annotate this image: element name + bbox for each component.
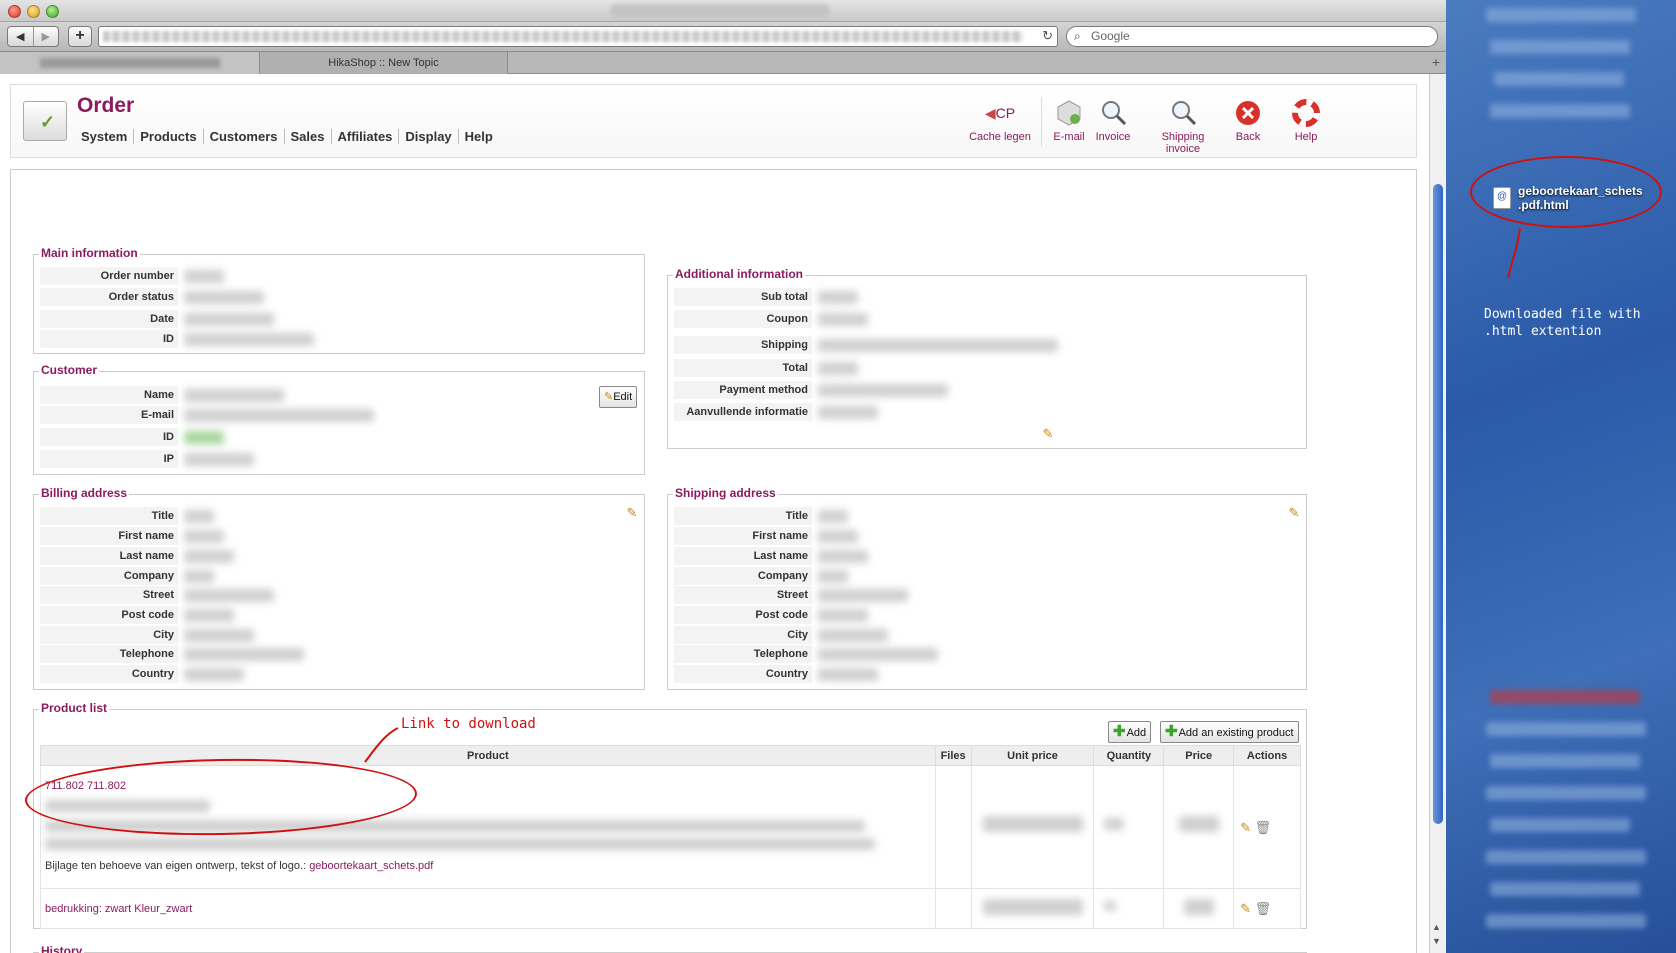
- menu-item-sales[interactable]: Sales: [285, 129, 332, 144]
- order-logo-icon: [23, 101, 67, 141]
- edit-additional-icon[interactable]: ✎: [1040, 426, 1056, 442]
- tab-hikashop[interactable]: HikaShop :: New Topic: [260, 52, 508, 74]
- edit-icon[interactable]: ✎: [1240, 901, 1251, 916]
- invoice-button[interactable]: Invoice: [1095, 99, 1131, 143]
- nav-buttons: ◀ ▶: [7, 26, 59, 47]
- trash-icon[interactable]: 🗑: [1255, 901, 1272, 916]
- shipping-address-fieldset: Shipping address ✎ Title First name Last…: [667, 486, 1307, 690]
- column-header[interactable]: Actions: [1233, 745, 1301, 766]
- downloaded-file-annotation: Downloaded file with .html extention: [1484, 307, 1641, 339]
- email-button[interactable]: E-mail: [1051, 99, 1087, 143]
- cancel-icon: [1236, 101, 1260, 125]
- new-tab-plus-icon[interactable]: +: [1432, 54, 1440, 70]
- cache-label: Cache legen: [969, 131, 1031, 143]
- billing-address-fieldset: Billing address ✎ Title First name Last …: [33, 486, 645, 690]
- table-row: bedrukking: zwart Kleur_zwart ✎ 🗑: [40, 888, 1301, 929]
- email-icon: [1057, 100, 1081, 126]
- product-code-link[interactable]: bedrukking: zwart Kleur_zwart: [45, 903, 192, 915]
- main-information-fieldset: Main information Order number Order stat…: [33, 246, 645, 354]
- admin-menu: System Products Customers Sales Affiliat…: [81, 129, 499, 144]
- tab-previous[interactable]: [0, 52, 260, 74]
- edit-shipping-icon[interactable]: ✎: [1286, 505, 1302, 521]
- magnifier-icon: [1172, 101, 1197, 126]
- edit-icon[interactable]: ✎: [1240, 820, 1251, 835]
- link-to-download-annotation: Link to download: [401, 716, 536, 732]
- scrollbar-thumb[interactable]: [1433, 184, 1443, 824]
- annotation-pointer-line: [1507, 227, 1521, 279]
- window-title: [610, 4, 830, 17]
- html-file-icon[interactable]: [1493, 187, 1511, 209]
- column-header[interactable]: Price: [1163, 745, 1235, 766]
- add-existing-product-button[interactable]: ✚Add an existing product: [1160, 721, 1299, 743]
- menu-item-system[interactable]: System: [81, 129, 135, 144]
- menu-item-affiliates[interactable]: Affiliates: [332, 129, 400, 144]
- add-icon: ✚: [1165, 723, 1178, 740]
- shipping-invoice-button[interactable]: Shipping invoice: [1143, 99, 1223, 155]
- close-window-button[interactable]: [8, 5, 21, 18]
- minimize-window-button[interactable]: [27, 5, 40, 18]
- edit-icon: ✎: [604, 391, 614, 403]
- additional-information-fieldset: Additional information Sub total Coupon …: [667, 267, 1307, 449]
- add-icon: ✚: [1113, 723, 1126, 740]
- search-placeholder: Google: [1091, 29, 1130, 43]
- menu-item-customers[interactable]: Customers: [204, 129, 285, 144]
- new-tab-button[interactable]: +: [68, 26, 92, 47]
- page-title: Order: [77, 94, 135, 117]
- menu-item-display[interactable]: Display: [399, 129, 459, 144]
- back-button[interactable]: Back: [1233, 99, 1263, 143]
- column-header[interactable]: Quantity: [1093, 745, 1165, 766]
- vertical-scrollbar[interactable]: ▲ ▼: [1429, 74, 1446, 953]
- cp-icon: ◀CP: [984, 105, 1016, 121]
- page-content: Order System Products Customers Sales Af…: [0, 74, 1429, 953]
- downloaded-file-name[interactable]: geboortekaart_schets .pdf.html: [1518, 184, 1643, 212]
- lifebuoy-icon: [1292, 99, 1320, 127]
- cache-button[interactable]: ◀CP Cache legen: [969, 99, 1031, 143]
- trash-icon[interactable]: 🗑: [1255, 820, 1272, 835]
- zoom-window-button[interactable]: [46, 5, 59, 18]
- magnifier-icon: [1102, 101, 1127, 126]
- address-url: [103, 31, 1023, 42]
- reload-icon[interactable]: ↻: [1042, 28, 1053, 44]
- back-arrow-icon[interactable]: ◀: [8, 27, 33, 46]
- attachment-line: Bijlage ten behoeve van eigen ontwerp, t…: [45, 860, 434, 872]
- column-header[interactable]: Files: [934, 745, 972, 766]
- desktop: geboortekaart_schets .pdf.html Downloade…: [1446, 0, 1676, 953]
- column-header[interactable]: Unit price: [970, 745, 1095, 766]
- tab-bar: HikaShop :: New Topic +: [0, 52, 1446, 74]
- scroll-up-arrow-icon[interactable]: ▲: [1432, 922, 1441, 932]
- browser-toolbar: ◀ ▶ + ↻ ⌕ Google: [0, 22, 1446, 52]
- browser-window: ◀ ▶ + ↻ ⌕ Google HikaShop :: New Topic +…: [0, 0, 1446, 953]
- search-icon: ⌕: [1074, 29, 1081, 43]
- search-input[interactable]: ⌕ Google: [1066, 26, 1438, 47]
- window-titlebar: [0, 0, 1446, 22]
- address-bar[interactable]: ↻: [98, 26, 1058, 47]
- admin-header: Order System Products Customers Sales Af…: [10, 84, 1417, 158]
- add-product-button[interactable]: ✚Add: [1108, 721, 1152, 743]
- menu-item-help[interactable]: Help: [459, 129, 499, 144]
- menu-item-products[interactable]: Products: [134, 129, 204, 144]
- forward-arrow-icon[interactable]: ▶: [32, 27, 59, 46]
- help-button[interactable]: Help: [1291, 99, 1321, 143]
- edit-billing-icon[interactable]: ✎: [624, 505, 640, 521]
- edit-customer-button[interactable]: ✎Edit: [599, 386, 638, 408]
- attachment-download-link[interactable]: geboortekaart_schets.pdf: [309, 860, 433, 872]
- customer-fieldset: Customer Name E-mail ID IP ✎Edit: [33, 363, 645, 475]
- order-form-frame: Main information Order number Order stat…: [10, 169, 1417, 953]
- scroll-down-arrow-icon[interactable]: ▼: [1432, 936, 1441, 946]
